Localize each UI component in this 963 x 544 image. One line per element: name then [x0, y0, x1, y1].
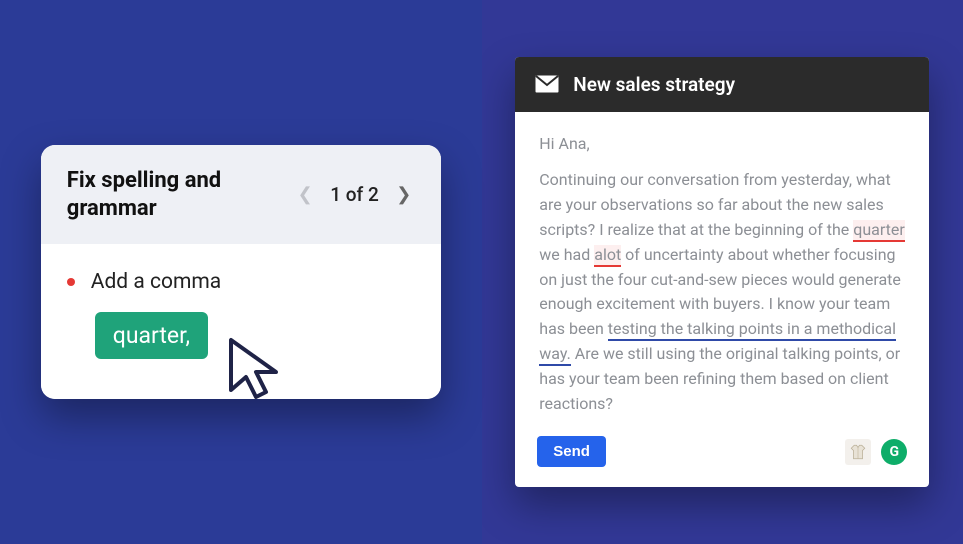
suggestion-bullet-line: Add a comma	[67, 270, 415, 294]
right-panel: New sales strategy Hi Ana, Continuing ou…	[482, 0, 963, 544]
grammarly-badge-icon[interactable]: G	[881, 439, 907, 465]
suggestion-body: Add a comma quarter,	[41, 244, 441, 399]
email-card: New sales strategy Hi Ana, Continuing ou…	[515, 57, 929, 488]
email-header: New sales strategy	[515, 57, 929, 112]
email-paragraph: Continuing our conversation from yesterd…	[539, 168, 905, 416]
pager-label: 1 of 2	[330, 183, 379, 206]
apply-fix-button[interactable]: quarter,	[95, 312, 208, 359]
suggestion-header: Fix spelling and grammar ❮ 1 of 2 ❯	[41, 145, 441, 244]
suggestion-title: Fix spelling and grammar	[67, 167, 267, 222]
suggestion-card: Fix spelling and grammar ❮ 1 of 2 ❯ Add …	[41, 145, 441, 399]
email-greeting: Hi Ana,	[539, 132, 905, 157]
email-text-post: Are we still using the original talking …	[539, 344, 900, 413]
highlight-alot[interactable]: alot	[594, 245, 621, 267]
bullet-dot-icon	[67, 278, 75, 286]
pager-prev-button[interactable]: ❮	[294, 184, 316, 205]
email-body[interactable]: Hi Ana, Continuing our conversation from…	[515, 112, 929, 433]
pager-next-button[interactable]: ❯	[393, 184, 415, 205]
email-footer: Send G	[515, 432, 929, 487]
email-text-mid1: we had	[539, 245, 594, 264]
email-subject: New sales strategy	[573, 73, 735, 96]
highlight-quarter[interactable]: quarter	[853, 220, 905, 242]
send-button[interactable]: Send	[537, 436, 606, 467]
suggestion-bullet-text: Add a comma	[91, 270, 221, 294]
mail-icon	[535, 75, 559, 93]
email-text-pre: Continuing our conversation from yesterd…	[539, 170, 890, 239]
suggestion-pager: ❮ 1 of 2 ❯	[294, 183, 415, 206]
footer-icons: G	[845, 439, 907, 465]
tone-icon[interactable]	[845, 439, 871, 465]
left-panel: Fix spelling and grammar ❮ 1 of 2 ❯ Add …	[0, 0, 482, 544]
